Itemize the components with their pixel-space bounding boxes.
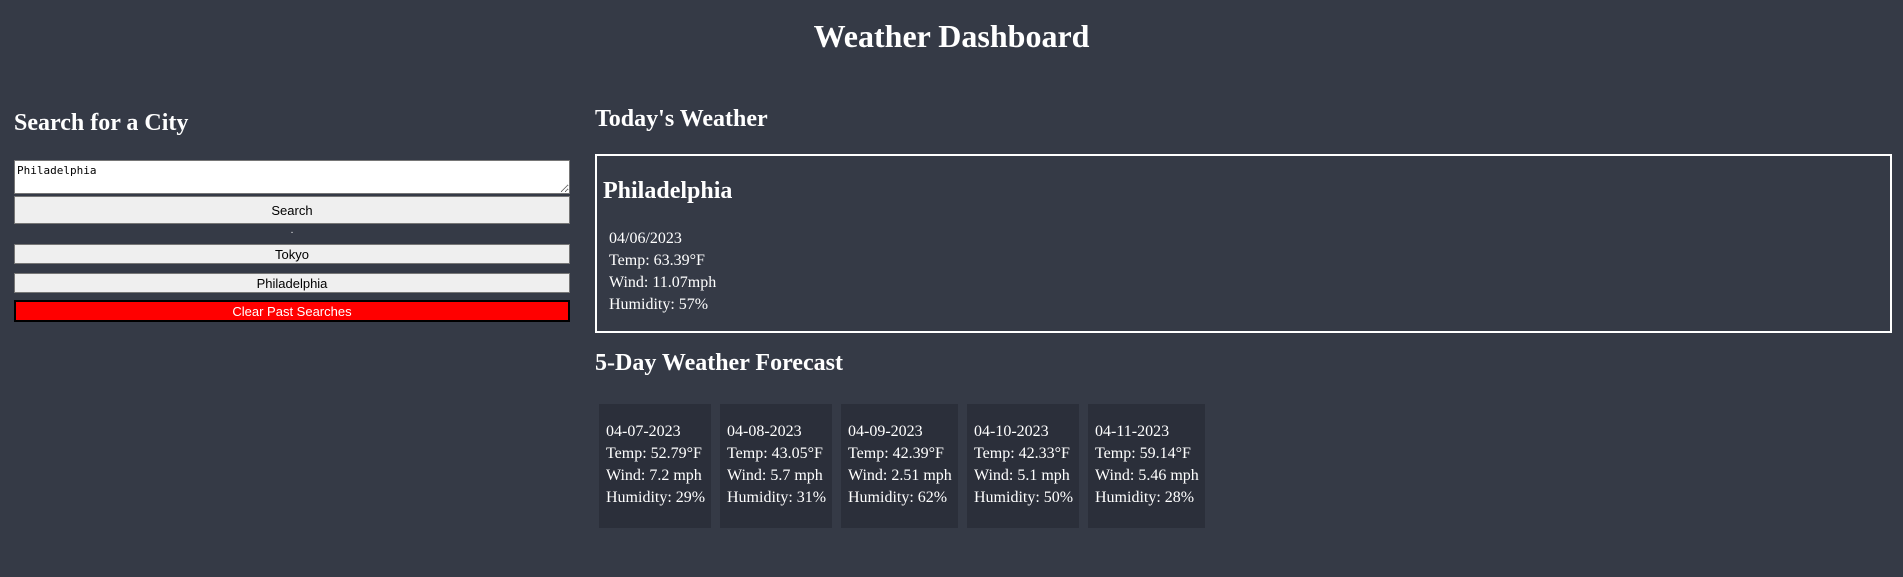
forecast-heading: 5-Day Weather Forecast: [595, 350, 843, 376]
forecast-card: 04-09-2023 Temp: 42.39°F Wind: 2.51 mph …: [841, 404, 958, 528]
forecast-date: 04-07-2023: [606, 423, 681, 440]
forecast-temp: Temp: 42.39°F: [848, 445, 944, 462]
forecast-date: 04-10-2023: [974, 423, 1049, 440]
forecast-date: 04-09-2023: [848, 423, 923, 440]
forecast-temp: Temp: 43.05°F: [727, 445, 823, 462]
forecast-temp: Temp: 52.79°F: [606, 445, 702, 462]
forecast-card: 04-08-2023 Temp: 43.05°F Wind: 5.7 mph H…: [720, 404, 832, 528]
weather-dashboard-page: Weather Dashboard Search for a City Phil…: [0, 0, 1903, 577]
forecast-wind: Wind: 2.51 mph: [848, 467, 952, 484]
page-title: Weather Dashboard: [813, 18, 1090, 54]
search-heading: Search for a City: [14, 110, 189, 136]
city-search-input[interactable]: Philadelphia: [14, 160, 570, 194]
forecast-humidity: Humidity: 29%: [606, 489, 706, 506]
forecast-humidity: Humidity: 31%: [727, 489, 827, 506]
forecast-card: 04-10-2023 Temp: 42.33°F Wind: 5.1 mph H…: [967, 404, 1079, 528]
search-button[interactable]: Search: [14, 196, 570, 224]
forecast-humidity: Humidity: 50%: [974, 489, 1074, 506]
current-city-name: Philadelphia: [603, 178, 733, 204]
forecast-wind: Wind: 5.1 mph: [974, 467, 1070, 484]
history-separator: .: [290, 225, 294, 236]
forecast-date: 04-11-2023: [1095, 423, 1170, 440]
history-button-tokyo[interactable]: Tokyo: [14, 244, 570, 264]
forecast-temp: Temp: 59.14°F: [1095, 445, 1191, 462]
forecast-card: 04-11-2023 Temp: 59.14°F Wind: 5.46 mph …: [1088, 404, 1205, 528]
current-temp: Temp: 63.39°F: [609, 252, 705, 269]
search-panel: Search for a City Philadelphia Search . …: [14, 110, 570, 322]
current-weather-details: 04/06/2023 Temp: 63.39°F Wind: 11.07mph …: [609, 228, 716, 316]
todays-weather-heading: Today's Weather: [595, 106, 768, 132]
forecast-temp: Temp: 42.33°F: [974, 445, 1070, 462]
current-weather-card: Philadelphia 04/06/2023 Temp: 63.39°F Wi…: [595, 154, 1892, 333]
forecast-humidity: Humidity: 28%: [1095, 489, 1195, 506]
forecast-humidity: Humidity: 62%: [848, 489, 948, 506]
clear-past-searches-button[interactable]: Clear Past Searches: [14, 300, 570, 322]
forecast-wind: Wind: 5.46 mph: [1095, 467, 1199, 484]
current-date: 04/06/2023: [609, 230, 682, 247]
current-wind: Wind: 11.07mph: [609, 274, 717, 291]
forecast-card: 04-07-2023 Temp: 52.79°F Wind: 7.2 mph H…: [599, 404, 711, 528]
forecast-wind: Wind: 7.2 mph: [606, 467, 702, 484]
history-button-philadelphia[interactable]: Philadelphia: [14, 273, 570, 293]
forecast-date: 04-08-2023: [727, 423, 802, 440]
current-humidity: Humidity: 57%: [609, 296, 709, 313]
forecast-wind: Wind: 5.7 mph: [727, 467, 823, 484]
